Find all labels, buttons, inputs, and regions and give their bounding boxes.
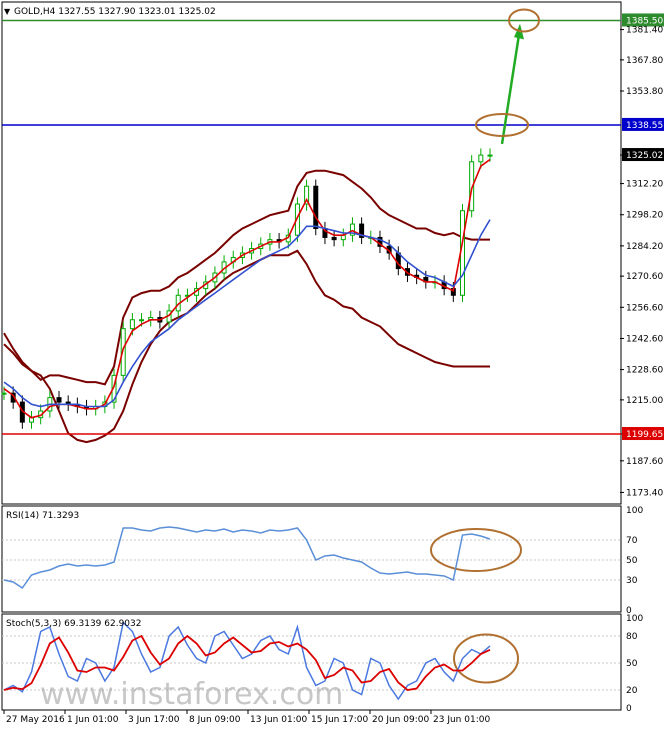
price-tick-label: 1312.20 (626, 180, 663, 190)
stoch-tick-label: 100 (626, 614, 643, 624)
stoch-title: Stoch(5,3,3) 69.3139 62.9032 (6, 619, 141, 629)
price-tick-label: 1187.60 (626, 457, 663, 467)
price-tick-label: 1242.60 (626, 334, 663, 344)
candle-body (1, 392, 7, 395)
x-tick-label: 20 Jun 09:00 (372, 715, 429, 725)
instrument-header: GOLD,H4 1327.55 1327.90 1323.01 1325.02 (14, 7, 216, 17)
stoch-tick-label: 80 (626, 632, 638, 642)
candle-body (313, 185, 319, 230)
rsi-tick-label: 100 (626, 506, 643, 516)
current-price-label: 1325.02 (626, 151, 663, 161)
rsi-tick-label: 30 (626, 576, 638, 586)
rsi-panel-frame (1, 505, 622, 613)
price-tick-label: 1353.80 (626, 87, 663, 97)
candle-body (129, 319, 135, 330)
watermark: www.instaforex.com (40, 677, 343, 712)
level-label: 1338.55 (626, 121, 663, 131)
price-tick-label: 1173.40 (626, 488, 663, 498)
x-tick-label: 3 Jun 17:00 (128, 715, 180, 725)
chart-svg: 1385.501338.551199.651325.02 1381.401367… (1, 1, 664, 725)
x-tick-label: 1 Jun 01:00 (67, 715, 119, 725)
rsi-tick-label: 50 (626, 556, 638, 566)
price-tick-label: 1381.40 (626, 26, 663, 36)
price-tick-label: 1298.20 (626, 211, 663, 221)
price-tick-label: 1228.60 (626, 366, 663, 376)
rsi-tick-label: 70 (626, 536, 638, 546)
level-label: 1199.65 (626, 430, 663, 440)
stoch-tick-label: 50 (626, 659, 638, 669)
x-tick-label: 23 Jun 01:00 (433, 715, 490, 725)
candle-body (56, 397, 62, 403)
candle-body (487, 154, 493, 157)
price-tick-label: 1284.20 (626, 242, 663, 252)
price-tick-label: 1270.60 (626, 272, 663, 282)
rsi-title: RSI(14) 71.3293 (6, 511, 79, 521)
price-tick-label: 1256.60 (626, 303, 663, 313)
price-panel-frame (1, 1, 622, 505)
x-tick-label: 27 May 2016 (6, 715, 65, 725)
x-tick-label: 15 Jun 17:00 (311, 715, 368, 725)
candle-body (478, 154, 484, 163)
chevron-down-icon[interactable]: ▼ (4, 7, 11, 16)
stoch-tick-label: 0 (626, 704, 632, 714)
candle-body (331, 236, 337, 241)
candle-body (139, 319, 145, 322)
x-tick-label: 8 Jun 09:00 (189, 715, 241, 725)
price-tick-label: 1367.80 (626, 56, 663, 66)
x-tick-label: 13 Jun 01:00 (250, 715, 307, 725)
chart-root: 1385.50 1338.55 1199.65 1325.02 1381.40 1367… (0, 0, 665, 729)
price-tick-label: 1215.00 (626, 396, 663, 406)
x-axis-labels: 27 May 2016 1 Jun 01:00 3 Jun 17:00 8 Jun 0… (6, 715, 490, 725)
stoch-tick-label: 20 (626, 686, 638, 696)
